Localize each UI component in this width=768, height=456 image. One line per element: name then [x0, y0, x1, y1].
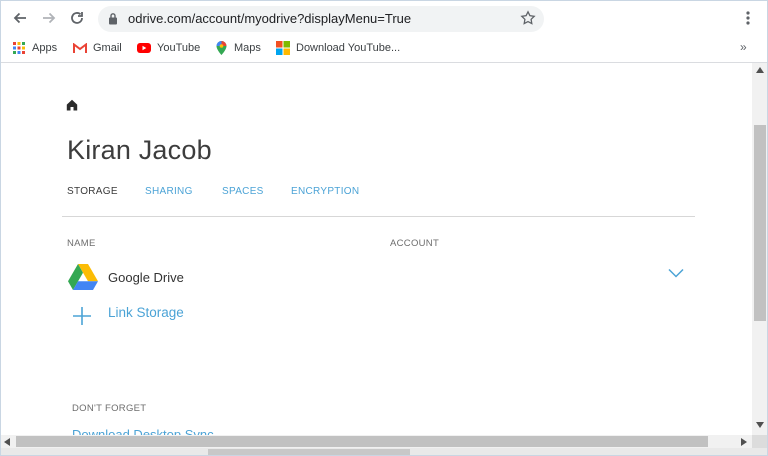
tab-spaces[interactable]: SPACES: [222, 186, 264, 197]
tabs-divider: [62, 216, 695, 217]
vertical-scrollbar[interactable]: [752, 63, 768, 435]
bookmark-label: Maps: [234, 42, 261, 54]
vertical-scroll-thumb[interactable]: [754, 125, 766, 321]
lock-icon: [109, 13, 117, 25]
bookmark-label: Apps: [32, 42, 58, 54]
taskbar-strip: [0, 448, 768, 456]
maps-pin-icon: [214, 41, 228, 55]
more-vertical-icon: [746, 11, 750, 25]
column-header-name: NAME: [67, 238, 96, 249]
arrow-right-icon: [43, 12, 56, 24]
reload-icon: [71, 12, 83, 24]
chevron-down-icon[interactable]: [668, 268, 684, 278]
bookmark-label: Download YouTube...: [296, 42, 401, 54]
browser-menu-button[interactable]: [738, 8, 758, 28]
tab-sharing[interactable]: SHARING: [145, 186, 193, 197]
google-drive-icon: [68, 264, 98, 290]
bookmark-download-youtube[interactable]: Download YouTube...: [276, 38, 400, 58]
bookmark-youtube[interactable]: YouTube: [137, 38, 200, 58]
plus-icon[interactable]: [72, 306, 92, 326]
apps-grid-icon: [12, 41, 26, 55]
dont-forget-heading: DON'T FORGET: [72, 403, 147, 414]
url-text[interactable]: odrive.com/account/myodrive?displayMenu=…: [128, 11, 411, 26]
scroll-left-arrow-icon[interactable]: [4, 438, 10, 446]
bookmark-maps[interactable]: Maps: [214, 38, 261, 58]
horizontal-scrollbar[interactable]: [0, 435, 752, 448]
forward-button[interactable]: [37, 6, 61, 30]
address-bar[interactable]: odrive.com/account/myodrive?displayMenu=…: [98, 6, 544, 32]
bookmarks-bar: Apps Gmail YouTube Maps Download YouTube…: [0, 36, 768, 63]
bookmarks-overflow-button[interactable]: »: [740, 40, 747, 54]
scroll-down-arrow-icon[interactable]: [756, 422, 764, 428]
reload-button[interactable]: [65, 6, 89, 30]
page-title: Kiran Jacob: [67, 135, 212, 165]
tab-storage[interactable]: STORAGE: [67, 186, 118, 197]
horizontal-scroll-thumb[interactable]: [16, 436, 708, 447]
link-storage-button[interactable]: Link Storage: [108, 305, 184, 320]
back-button[interactable]: [8, 6, 32, 30]
youtube-icon: [137, 41, 151, 55]
home-icon[interactable]: [66, 99, 78, 111]
download-desktop-sync-link[interactable]: Download Desktop Sync: [72, 427, 214, 435]
gmail-icon: [73, 41, 87, 55]
column-header-account: ACCOUNT: [390, 238, 440, 249]
tab-encryption[interactable]: ENCRYPTION: [291, 186, 359, 197]
browser-toolbar: odrive.com/account/myodrive?displayMenu=…: [0, 0, 768, 36]
bookmark-label: Gmail: [93, 42, 122, 54]
ms-tiles-icon: [276, 41, 290, 55]
scrollbar-corner: [752, 435, 768, 448]
storage-item-google-drive[interactable]: Google Drive: [108, 270, 184, 285]
bookmark-label: YouTube: [157, 42, 201, 54]
taskbar-segment: [208, 449, 410, 455]
scroll-right-arrow-icon[interactable]: [741, 438, 747, 446]
page-content: Kiran Jacob STORAGE SHARING SPACES ENCRY…: [0, 63, 752, 435]
arrow-left-icon: [13, 12, 26, 24]
bookmark-apps[interactable]: Apps: [12, 38, 57, 58]
bookmark-gmail[interactable]: Gmail: [73, 38, 122, 58]
bookmark-star-icon[interactable]: [520, 10, 536, 26]
scroll-up-arrow-icon[interactable]: [756, 67, 764, 73]
